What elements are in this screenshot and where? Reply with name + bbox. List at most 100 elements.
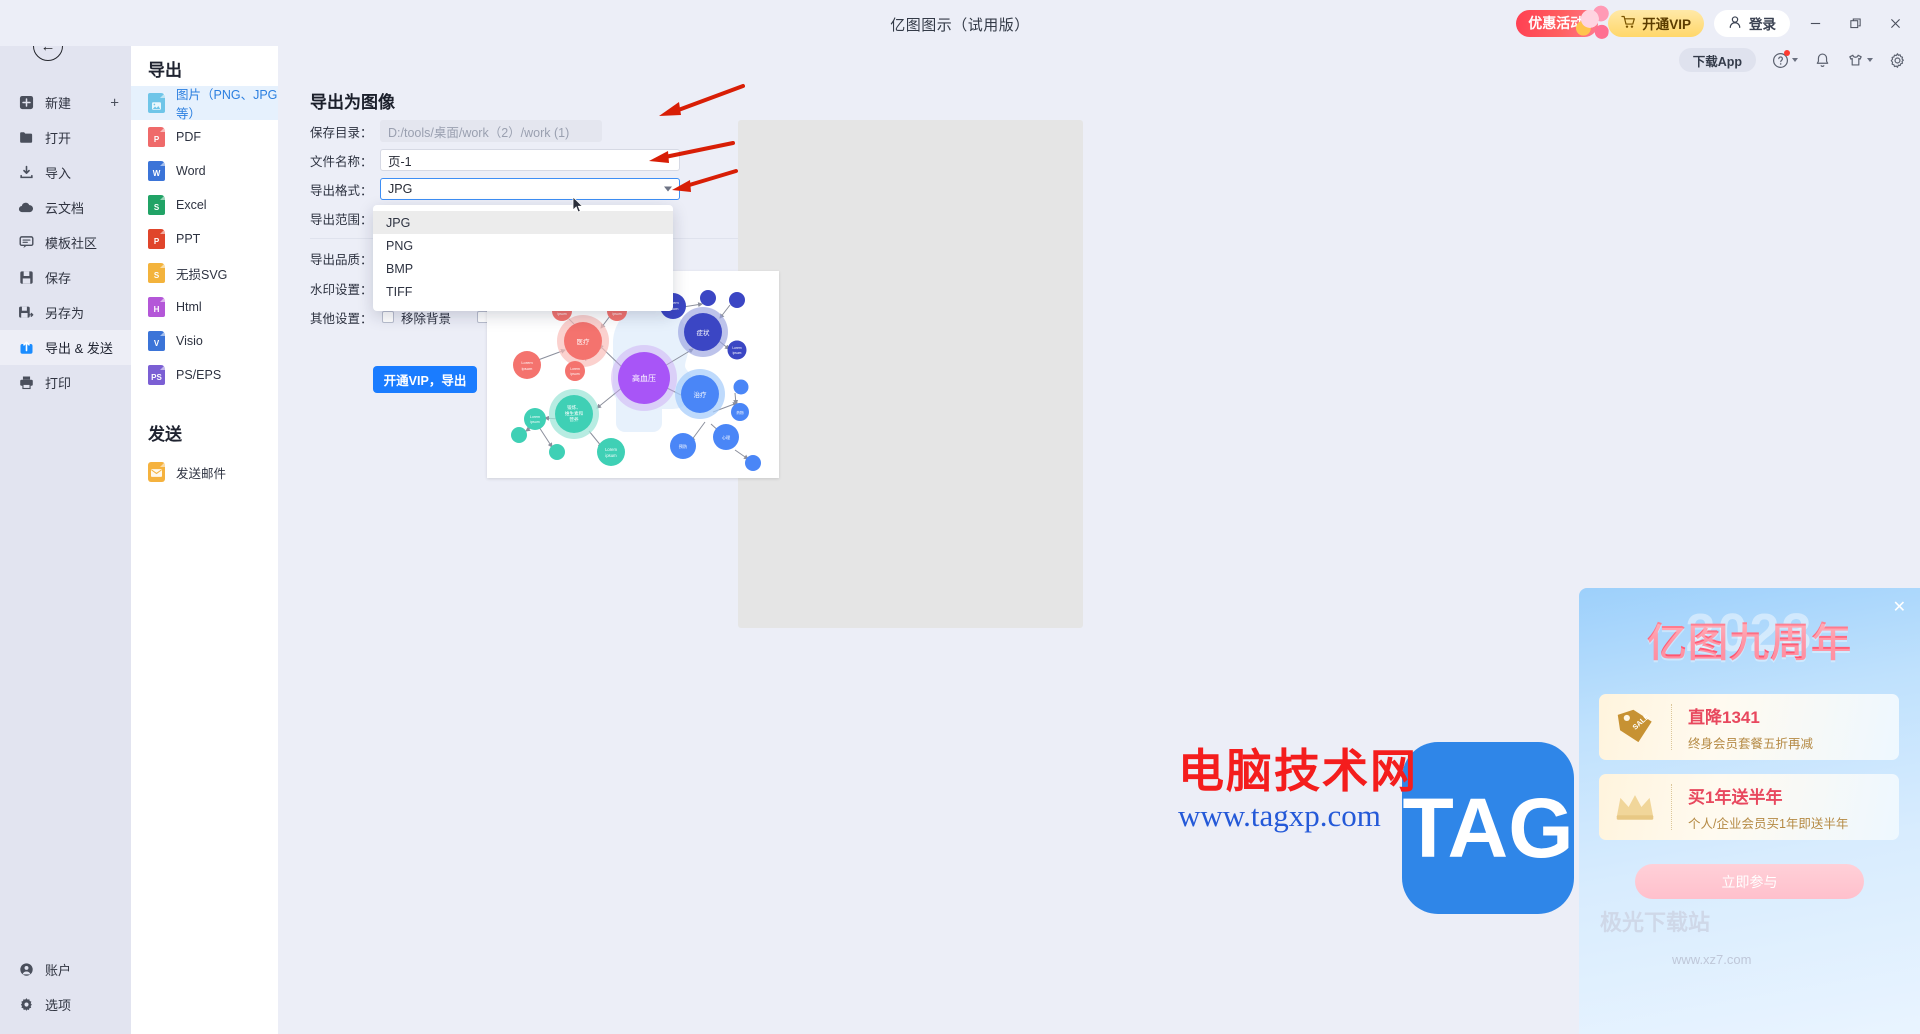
mindmap-center-label: 高血压 bbox=[632, 373, 656, 383]
rail-item-new[interactable]: 新建 + bbox=[0, 85, 131, 120]
save-dir-label: 保存目录： bbox=[310, 125, 373, 140]
chevron-down-icon bbox=[1792, 58, 1798, 62]
format-option-bmp[interactable]: BMP bbox=[373, 257, 673, 280]
svg-text:ipsum: ipsum bbox=[605, 453, 617, 458]
export-target-ps-eps[interactable]: PS PS/EPS bbox=[131, 358, 278, 392]
svg-text:ipsum: ipsum bbox=[557, 312, 566, 316]
crown-icon bbox=[1599, 791, 1671, 823]
watermark-row: 水印设置： bbox=[310, 277, 380, 299]
title-bar: 亿图图示（试用版） 优惠活动 开通VIP 登录 bbox=[0, 0, 1920, 46]
minimize-button[interactable] bbox=[1800, 9, 1830, 37]
export-target-svg[interactable]: S 无损SVG bbox=[131, 256, 278, 290]
send-target-email[interactable]: 发送邮件 bbox=[131, 455, 278, 489]
new-plus-button[interactable]: + bbox=[110, 94, 119, 111]
login-button[interactable]: 登录 bbox=[1714, 9, 1790, 37]
export-range-label: 导出范围： bbox=[310, 212, 373, 227]
chevron-down-icon bbox=[1867, 58, 1873, 62]
svg-text:Lorem: Lorem bbox=[530, 415, 540, 419]
download-app-button[interactable]: 下载App bbox=[1678, 48, 1756, 72]
rail-item-label: 打开 bbox=[45, 131, 72, 146]
file-name-input[interactable]: 页-1 bbox=[380, 149, 680, 171]
mouse-cursor bbox=[572, 196, 584, 213]
svg-file-icon: S bbox=[148, 263, 165, 283]
export-target-visio[interactable]: V Visio bbox=[131, 324, 278, 358]
export-nav-panel: 导出 图片（PNG、JPG等） P PDF W Word S Excel P P… bbox=[131, 0, 278, 1034]
svg-text:ipsum: ipsum bbox=[530, 420, 539, 424]
promo-close-button[interactable]: ✕ bbox=[1893, 600, 1906, 616]
svg-text:ipsum: ipsum bbox=[570, 372, 579, 376]
export-target-excel[interactable]: S Excel bbox=[131, 188, 278, 222]
export-format-select[interactable]: JPG bbox=[380, 178, 680, 200]
coupon-card-1[interactable]: SALE 直降1341 终身会员套餐五折再减 bbox=[1599, 694, 1899, 760]
rail-item-label: 新建 bbox=[45, 96, 72, 111]
svg-text:锻炼、: 锻炼、 bbox=[567, 404, 581, 411]
format-option-tiff[interactable]: TIFF bbox=[373, 280, 673, 303]
export-target-image[interactable]: 图片（PNG、JPG等） bbox=[131, 86, 278, 121]
format-option-jpg[interactable]: JPG bbox=[373, 211, 673, 234]
annotation-arrow-1 bbox=[659, 84, 745, 116]
rail-item-export-send[interactable]: 导出 & 发送 bbox=[0, 330, 131, 365]
sale-tag-icon: SALE bbox=[1599, 707, 1671, 747]
export-target-html[interactable]: H Html bbox=[131, 290, 278, 324]
send-target-list: 发送邮件 bbox=[131, 455, 278, 489]
maximize-restore-button[interactable] bbox=[1840, 9, 1870, 37]
export-icon bbox=[18, 340, 34, 356]
watermark-label: 水印设置： bbox=[310, 282, 373, 297]
confetti-icon bbox=[1574, 1, 1613, 40]
rail-item-options[interactable]: 选项 bbox=[0, 987, 131, 1022]
svg-text:症状: 症状 bbox=[697, 328, 711, 337]
rail-item-label: 导出 & 发送 bbox=[45, 341, 113, 356]
export-format-dropdown[interactable]: JPG PNG BMP TIFF bbox=[373, 205, 673, 311]
svg-text:Lorem: Lorem bbox=[570, 367, 580, 371]
help-circle-icon[interactable] bbox=[1772, 49, 1798, 69]
export-target-ppt[interactable]: P PPT bbox=[131, 222, 278, 256]
import-icon bbox=[18, 165, 34, 181]
svg-text:预防: 预防 bbox=[679, 443, 687, 450]
svg-text:Lorem: Lorem bbox=[521, 360, 533, 365]
shirt-icon[interactable] bbox=[1847, 52, 1873, 69]
export-target-label: PS/EPS bbox=[176, 368, 222, 382]
promo-activity-button[interactable]: 优惠活动 bbox=[1516, 1, 1613, 40]
rail-item-label: 保存 bbox=[45, 271, 72, 286]
rail-item-label: 云文档 bbox=[45, 201, 85, 216]
anniversary-promo-card: 2023 亿图九周年 ✕ SALE 直降1341 终身会员套餐五折再减 买1年送… bbox=[1579, 588, 1920, 1034]
rail-item-save[interactable]: 保存 bbox=[0, 260, 131, 295]
rail-item-import[interactable]: 导入 bbox=[0, 155, 131, 190]
rail-item-save-as[interactable]: 另存为 bbox=[0, 295, 131, 330]
secondary-toolbar: 下载App bbox=[1678, 48, 1906, 72]
export-target-label: Html bbox=[176, 300, 202, 314]
bell-icon[interactable] bbox=[1814, 52, 1831, 69]
notification-dot bbox=[1784, 49, 1790, 56]
preview-frame bbox=[738, 120, 1083, 628]
word-file-icon: W bbox=[148, 161, 165, 181]
rail-item-cloud[interactable]: 云文档 bbox=[0, 190, 131, 225]
gear-icon[interactable] bbox=[1889, 52, 1906, 69]
export-format-value: JPG bbox=[388, 182, 413, 196]
send-heading: 发送 bbox=[148, 425, 182, 444]
rail-item-open[interactable]: 打开 bbox=[0, 120, 131, 155]
promo-cta-button[interactable]: 立即参与 bbox=[1635, 864, 1864, 899]
svg-text:医疗: 医疗 bbox=[577, 337, 591, 346]
export-target-pdf[interactable]: P PDF bbox=[131, 120, 278, 154]
export-target-label: 无损SVG bbox=[176, 267, 228, 282]
cart-icon bbox=[1621, 15, 1636, 32]
print-icon bbox=[18, 375, 34, 391]
export-format-label: 导出格式： bbox=[310, 183, 373, 198]
close-button[interactable] bbox=[1880, 9, 1910, 37]
save-dir-input[interactable]: D:/tools/桌面/work（2）/work (1) bbox=[380, 120, 602, 142]
format-option-png[interactable]: PNG bbox=[373, 234, 673, 257]
coupon-card-2[interactable]: 买1年送半年 个人/企业会员买1年即送半年 bbox=[1599, 774, 1899, 840]
coupon-subtitle: 个人/企业会员买1年即送半年 bbox=[1688, 816, 1849, 831]
checkbox-box bbox=[382, 311, 394, 323]
rail-item-label: 导入 bbox=[45, 166, 72, 181]
export-target-word[interactable]: W Word bbox=[131, 154, 278, 188]
rail-item-templates[interactable]: 模板社区 bbox=[0, 225, 131, 260]
rail-item-print[interactable]: 打印 bbox=[0, 365, 131, 400]
page-title: 导出为图像 bbox=[310, 93, 395, 112]
vip-export-button[interactable]: 开通VIP，导出 bbox=[373, 366, 477, 393]
export-target-label: PPT bbox=[176, 232, 201, 246]
rail-item-account[interactable]: 账户 bbox=[0, 952, 131, 987]
open-vip-button[interactable]: 开通VIP bbox=[1608, 9, 1704, 37]
ppt-file-icon: P bbox=[148, 229, 165, 249]
pdf-file-icon: P bbox=[148, 127, 165, 147]
